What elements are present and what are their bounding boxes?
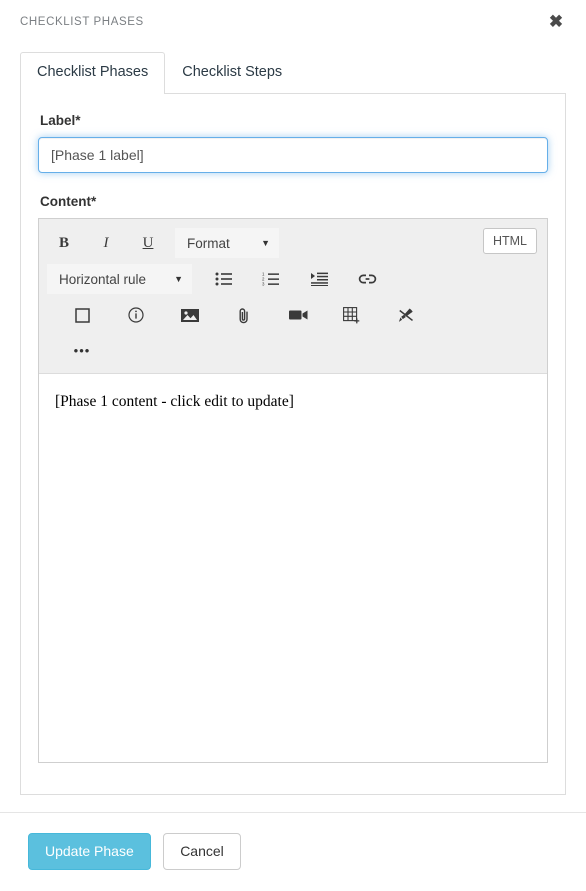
format-select[interactable]: Format ▼	[175, 228, 279, 258]
tabs-container: Checklist Phases Checklist Steps Label* …	[20, 52, 566, 795]
modal-footer: Update Phase Cancel	[0, 813, 586, 870]
italic-icon[interactable]: I	[89, 228, 123, 258]
update-phase-button[interactable]: Update Phase	[28, 833, 151, 870]
content-field-label: Content*	[40, 193, 548, 210]
image-icon[interactable]	[173, 300, 207, 330]
underline-icon[interactable]: U	[131, 228, 165, 258]
toolbar-row-1: B I U Format ▼ HTML	[47, 225, 539, 261]
page-title: CHECKLIST PHASES	[20, 16, 144, 28]
link-icon[interactable]	[350, 264, 384, 294]
rich-text-editor: B I U Format ▼ HTML Horizontal rule ▼	[38, 218, 548, 763]
tab-panel-checklist-phases: Label* Content* B I U Format ▼ HTML	[20, 93, 566, 795]
label-field-label: Label*	[40, 112, 548, 129]
editor-toolbar: B I U Format ▼ HTML Horizontal rule ▼	[39, 219, 547, 374]
format-select-value: Format	[187, 236, 230, 251]
content-editable-area[interactable]: [Phase 1 content - click edit to update]	[39, 374, 547, 762]
insert-select-value: Horizontal rule	[59, 272, 146, 287]
svg-text:3: 3	[262, 282, 265, 286]
tab-label: Checklist Phases	[37, 64, 148, 80]
label-input[interactable]	[38, 137, 548, 173]
content-paragraph: [Phase 1 content - click edit to update]	[55, 392, 531, 412]
html-button[interactable]: HTML	[483, 228, 537, 254]
table-add-icon[interactable]	[335, 300, 369, 330]
tab-label: Checklist Steps	[182, 64, 282, 80]
tab-checklist-steps[interactable]: Checklist Steps	[165, 52, 299, 93]
paperclip-icon[interactable]	[227, 300, 261, 330]
numbered-list-icon[interactable]: 1 2 3	[254, 264, 288, 294]
toolbar-row-2: Horizontal rule ▼ 1	[47, 261, 539, 297]
toolbar-row-3	[47, 297, 539, 333]
video-icon[interactable]	[281, 300, 315, 330]
ellipsis-icon[interactable]: •••	[65, 335, 99, 365]
info-icon[interactable]	[119, 300, 153, 330]
toolbar-row-4: •••	[47, 333, 539, 367]
remove-format-icon[interactable]	[389, 300, 423, 330]
tab-checklist-phases[interactable]: Checklist Phases	[20, 52, 165, 94]
bulleted-list-icon[interactable]	[206, 264, 240, 294]
chevron-down-icon: ▼	[261, 238, 270, 248]
cancel-button[interactable]: Cancel	[163, 833, 241, 870]
indent-icon[interactable]	[302, 264, 336, 294]
bold-icon[interactable]: B	[47, 228, 81, 258]
close-icon[interactable]: ✖	[546, 12, 566, 32]
tab-strip: Checklist Phases Checklist Steps	[20, 52, 566, 93]
modal-header: CHECKLIST PHASES ✖	[0, 0, 586, 48]
spacer	[38, 173, 548, 193]
chevron-down-icon: ▼	[174, 274, 183, 284]
box-icon[interactable]	[65, 300, 99, 330]
insert-select[interactable]: Horizontal rule ▼	[47, 264, 192, 294]
